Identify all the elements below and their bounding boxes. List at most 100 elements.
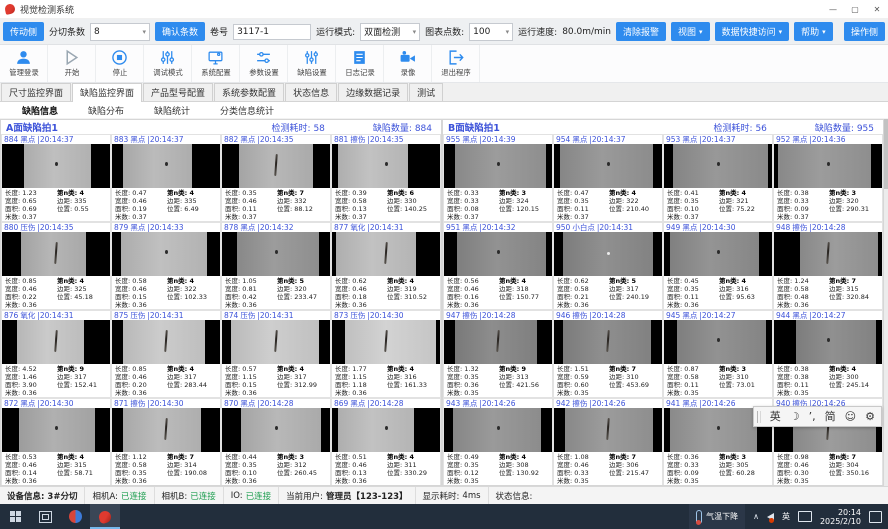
input-language-indicator[interactable]: 英 bbox=[782, 511, 790, 522]
tab-1[interactable]: 缺陷监控界面 bbox=[72, 83, 142, 102]
defect-image[interactable] bbox=[774, 232, 882, 276]
defect-image[interactable] bbox=[112, 320, 220, 364]
defect-image[interactable] bbox=[554, 320, 662, 364]
defect-cell[interactable]: 871 擦伤 |20:14:30 长度: 1.12 宽度: 0.58 面积: 0… bbox=[111, 398, 221, 486]
tab-5[interactable]: 边缘数据记录 bbox=[338, 83, 408, 101]
defect-image[interactable] bbox=[332, 232, 440, 276]
ime-toolbar[interactable]: 英☽’,简☺⚙ bbox=[753, 406, 882, 427]
defect-image[interactable] bbox=[112, 232, 220, 276]
defect-image[interactable] bbox=[664, 320, 772, 364]
clear-alarm-button[interactable]: 清除报警 bbox=[616, 22, 666, 41]
defect-cell[interactable]: 882 黑点 |20:14:35 长度: 0.35 宽度: 0.46 面积: 0… bbox=[221, 134, 331, 222]
defect-cell[interactable]: 950 小白点 |20:14:31 长度: 0.62 宽度: 0.58 面积: … bbox=[553, 222, 663, 310]
defect-image[interactable] bbox=[554, 232, 662, 276]
tab-4[interactable]: 状态信息 bbox=[285, 83, 337, 101]
subtab-1[interactable]: 缺陷分布 bbox=[74, 103, 138, 118]
defect-cell[interactable]: 945 黑点 |20:14:27 长度: 0.87 宽度: 0.58 面积: 0… bbox=[663, 310, 773, 398]
subtab-2[interactable]: 缺陷统计 bbox=[140, 103, 204, 118]
subtab-0[interactable]: 缺陷信息 bbox=[8, 103, 72, 118]
defect-cell[interactable]: 943 黑点 |20:14:26 长度: 0.49 宽度: 0.35 面积: 0… bbox=[443, 398, 553, 486]
defect-image[interactable] bbox=[774, 320, 882, 364]
defect-cell[interactable]: 946 擦伤 |20:14:28 长度: 1.51 宽度: 0.59 面积: 0… bbox=[553, 310, 663, 398]
volume-icon[interactable] bbox=[767, 513, 774, 521]
subtab-3[interactable]: 分类信息统计 bbox=[206, 103, 288, 118]
ime-half-full-moon-icon[interactable]: ☽ bbox=[790, 411, 800, 422]
ime-drag-handle-icon[interactable] bbox=[757, 411, 761, 423]
defect-image[interactable] bbox=[222, 232, 330, 276]
defect-image[interactable] bbox=[2, 232, 110, 276]
sliders-h-toolbar-button[interactable]: 参数设置 bbox=[240, 45, 288, 82]
defect-cell[interactable]: 883 黑点 |20:14:37 长度: 0.47 宽度: 0.46 面积: 0… bbox=[111, 134, 221, 222]
ime-input-mode-icon[interactable]: 英 bbox=[770, 411, 781, 422]
tray-expand-icon[interactable]: ∧ bbox=[753, 512, 759, 521]
defect-image[interactable] bbox=[222, 320, 330, 364]
defect-image[interactable] bbox=[444, 408, 552, 452]
action-center-icon[interactable] bbox=[869, 511, 882, 523]
drive-side-button[interactable]: 传动侧 bbox=[3, 22, 44, 41]
defect-image[interactable] bbox=[112, 144, 220, 188]
defect-image[interactable] bbox=[664, 144, 772, 188]
defect-image[interactable] bbox=[444, 320, 552, 364]
slit-count-select[interactable]: 8 ▾ bbox=[90, 23, 150, 41]
close-icon[interactable]: ✕ bbox=[866, 1, 888, 17]
view-menu-button[interactable]: 视图 ▾ bbox=[671, 22, 710, 41]
defect-image[interactable] bbox=[444, 232, 552, 276]
data-quick-access-button[interactable]: 数据快捷访问 ▾ bbox=[715, 22, 790, 41]
defect-cell[interactable]: 954 黑点 |20:14:37 长度: 0.47 宽度: 0.35 面积: 0… bbox=[553, 134, 663, 222]
roll-number-input[interactable] bbox=[233, 24, 311, 40]
defect-cell[interactable]: 955 黑点 |20:14:39 长度: 0.33 宽度: 0.33 面积: 0… bbox=[443, 134, 553, 222]
defect-cell[interactable]: 948 擦伤 |20:14:28 长度: 1.24 宽度: 0.58 面积: 0… bbox=[773, 222, 883, 310]
operator-side-button[interactable]: 操作侧 bbox=[844, 22, 885, 41]
defect-image[interactable] bbox=[222, 144, 330, 188]
defect-image[interactable] bbox=[664, 232, 772, 276]
defect-cell[interactable]: 879 黑点 |20:14:33 长度: 0.58 宽度: 0.46 面积: 0… bbox=[111, 222, 221, 310]
defect-cell[interactable]: 942 擦伤 |20:14:26 长度: 1.08 宽度: 0.46 面积: 0… bbox=[553, 398, 663, 486]
ime-simplified-chinese-icon[interactable]: 简 bbox=[825, 411, 836, 422]
defect-cell[interactable]: 881 擦伤 |20:14:35 长度: 0.39 宽度: 0.58 面积: 0… bbox=[331, 134, 441, 222]
defect-image[interactable] bbox=[2, 144, 110, 188]
video-toolbar-button[interactable]: 录像 bbox=[384, 45, 432, 82]
scrollbar-thumb[interactable] bbox=[884, 119, 888, 189]
confirm-count-button[interactable]: 确认条数 bbox=[155, 22, 205, 41]
ime-punctuation-icon[interactable]: ’, bbox=[809, 411, 816, 422]
defect-image[interactable] bbox=[222, 408, 330, 452]
run-mode-select[interactable]: 双面检测 ▾ bbox=[360, 23, 420, 41]
start-button[interactable] bbox=[0, 504, 30, 529]
vertical-scrollbar[interactable] bbox=[884, 119, 888, 486]
defect-cell[interactable]: 876 氧化 |20:14:31 长度: 4.52 宽度: 1.46 面积: 3… bbox=[1, 310, 111, 398]
defect-cell[interactable]: 870 黑点 |20:14:28 长度: 0.44 宽度: 0.35 面积: 0… bbox=[221, 398, 331, 486]
touch-keyboard-icon[interactable] bbox=[798, 511, 812, 522]
minimize-icon[interactable]: — bbox=[822, 1, 844, 17]
tab-2[interactable]: 产品型号配置 bbox=[143, 83, 213, 101]
defect-image[interactable] bbox=[444, 144, 552, 188]
maximize-icon[interactable]: ▢ bbox=[844, 1, 866, 17]
tab-0[interactable]: 尺寸监控界面 bbox=[1, 83, 71, 101]
defect-cell[interactable]: 947 擦伤 |20:14:28 长度: 1.32 宽度: 0.35 面积: 0… bbox=[443, 310, 553, 398]
defect-cell[interactable]: 872 黑点 |20:14:30 长度: 0.53 宽度: 0.46 面积: 0… bbox=[1, 398, 111, 486]
defect-cell[interactable]: 869 黑点 |20:14:28 长度: 0.51 宽度: 0.46 面积: 0… bbox=[331, 398, 441, 486]
defect-cell[interactable]: 874 压伤 |20:14:31 长度: 0.57 宽度: 1.15 面积: 0… bbox=[221, 310, 331, 398]
defect-cell[interactable]: 953 黑点 |20:14:37 长度: 0.41 宽度: 0.35 面积: 0… bbox=[663, 134, 773, 222]
monitor-toolbar-button[interactable]: 系统配置 bbox=[192, 45, 240, 82]
defect-image[interactable] bbox=[2, 408, 110, 452]
taskbar-app-1[interactable] bbox=[60, 504, 90, 529]
defect-image[interactable] bbox=[112, 408, 220, 452]
defect-cell[interactable]: 949 黑点 |20:14:30 长度: 0.45 宽度: 0.35 面积: 0… bbox=[663, 222, 773, 310]
defect-cell[interactable]: 884 黑点 |20:14:37 长度: 1.23 宽度: 0.65 面积: 0… bbox=[1, 134, 111, 222]
defect-cell[interactable]: 944 黑点 |20:14:27 长度: 0.38 宽度: 0.38 面积: 0… bbox=[773, 310, 883, 398]
task-view-button[interactable] bbox=[30, 504, 60, 529]
ime-settings-gear-icon[interactable]: ⚙ bbox=[865, 411, 875, 422]
play-toolbar-button[interactable]: 开始 bbox=[48, 45, 96, 82]
exit-toolbar-button[interactable]: 退出程序 bbox=[432, 45, 480, 82]
defect-cell[interactable]: 951 黑点 |20:14:32 长度: 0.56 宽度: 0.46 面积: 0… bbox=[443, 222, 553, 310]
defect-cell[interactable]: 875 压伤 |20:14:31 长度: 0.85 宽度: 0.46 面积: 0… bbox=[111, 310, 221, 398]
defect-cell[interactable]: 952 黑点 |20:14:36 长度: 0.38 宽度: 0.33 面积: 0… bbox=[773, 134, 883, 222]
weather-widget[interactable]: 气温下降 bbox=[689, 504, 745, 529]
defect-image[interactable] bbox=[774, 144, 882, 188]
defect-image[interactable] bbox=[554, 144, 662, 188]
defect-image[interactable] bbox=[332, 408, 440, 452]
defect-cell[interactable]: 877 氧化 |20:14:31 长度: 0.62 宽度: 0.46 面积: 0… bbox=[331, 222, 441, 310]
tab-6[interactable]: 测试 bbox=[409, 83, 443, 101]
defect-cell[interactable]: 873 压伤 |20:14:30 长度: 1.77 宽度: 1.15 面积: 1… bbox=[331, 310, 441, 398]
user-toolbar-button[interactable]: 管理登录 bbox=[0, 45, 48, 82]
